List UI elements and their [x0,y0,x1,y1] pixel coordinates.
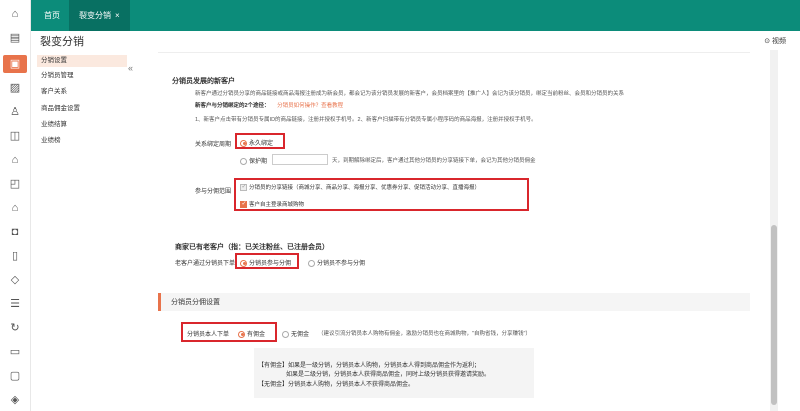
refresh-icon[interactable]: ↻ [9,322,21,334]
checkbox-checked-icon [240,200,247,209]
store-icon[interactable]: ▤ [9,32,21,44]
video-link[interactable]: ⊙ 视频 [764,36,786,46]
radio-checked-icon [240,139,247,147]
checkbox-disabled-icon [240,183,247,192]
tab-current-label: 裂变分销 [79,11,111,20]
tutorial-link[interactable]: 分销员如何操作？查看教程 [277,103,343,109]
info-line: 如果是二级分销，分销员本人获得商品佣金，同时上级分销员获得邀请奖励。 [286,372,491,378]
note-icon[interactable]: ▭ [9,346,21,358]
subnav-item-customers[interactable]: 客户关系 [37,86,127,98]
protect-days-input[interactable] [272,154,328,165]
new-customers-desc: 新客户通过分销员分享的商品链接或商品海报注册成为新会员，都会记为该分销员发展的新… [195,91,625,97]
section-new-customers-title: 分销员发展的新客户 [172,78,235,85]
bind-ways-title: 新客户与分销绑定的2个途径： [195,103,270,109]
home-icon[interactable]: ⌂ [9,8,21,20]
scope-self-option[interactable]: 客户自主登录商城购物 [240,200,305,209]
subnav-item-ranking[interactable]: 业绩榜 [37,135,127,147]
box-icon[interactable]: ◇ [9,274,21,286]
info-line: 【有佣金】如果是一级分销，分销员本人购物，分销员本人得到商品佣金作为返利； [258,363,481,369]
tab-home[interactable]: 首页 [34,0,70,31]
top-tab-bar: 首页 裂变分销 × [31,0,800,31]
period-protect-option[interactable]: 保护期 [240,156,267,165]
radio-icon [282,330,289,338]
scope-label: 参与分佣范围 [195,189,232,195]
radio-icon [240,157,247,165]
scope-share-option[interactable]: 分销员的分享链接（商城分享、商品分享、海报分享、优惠券分享、促销活动分享、直播海… [240,183,481,192]
subnav-item-commission[interactable]: 商品佣金设置 [37,103,127,115]
user-icon[interactable]: ♙ [9,106,21,118]
existing-yes-option[interactable]: 分销员参与分佣 [240,258,291,267]
page-title: 裂变分销 [40,36,84,48]
period-protect-hint: 天，到期解除绑定后，客户通过其他分销员的分享链接下单，会记为其他分销员佣金 [332,158,536,164]
list-icon[interactable]: ☰ [9,298,21,310]
section-existing-customers-title: 商家已有老客户（指：已关注粉丝、已注册会员） [175,244,329,251]
bag-icon[interactable]: ◰ [9,178,21,190]
tv-icon[interactable]: ▢ [9,370,21,382]
period-forever-option[interactable]: 永久绑定 [240,138,273,147]
self-yes-option[interactable]: 有佣金 [238,329,265,338]
self-yes-label: 有佣金 [247,332,266,338]
self-order-label: 分销员本人下单 [187,332,230,338]
document-icon[interactable]: ▣ [3,55,27,73]
self-no-option[interactable]: 无佣金 [282,329,309,338]
period-forever-label: 永久绑定 [249,141,274,147]
app-icon-sidebar: ⌂ ▤ ▣ ▨ ♙ ◫ ⌂ ◰ ⌂ ◘ ▯ ◇ ☰ ↻ ▭ ▢ ◈ [0,0,31,411]
tab-home-label: 首页 [44,11,60,20]
scope-share-label: 分销员的分享链接（商城分享、商品分享、海报分享、优惠券分享、促销活动分享、直播海… [249,185,481,191]
section-commission-title: 分销员分佣设置 [171,299,220,306]
bind-steps: 1、新客户点击带有分销员专属ID的商品链接，注册并授权手机号。2、新客户扫描带有… [195,117,537,123]
tab-current[interactable]: 裂变分销 × [69,0,130,31]
subnav-item-settings[interactable]: 分销设置 [37,55,127,67]
self-no-label: 无佣金 [291,332,310,338]
building-icon[interactable]: ⌂ [9,202,21,214]
close-icon[interactable]: × [115,11,120,20]
subnav-item-distributors[interactable]: 分销员管理 [37,70,127,82]
clipboard-icon[interactable]: ▯ [9,250,21,262]
period-label: 关系绑定周期 [195,142,232,148]
radio-icon [308,259,315,267]
divider [158,52,750,53]
scrollbar-thumb[interactable] [771,225,777,405]
subnav-item-settlement[interactable]: 业绩结算 [37,119,127,131]
info-line: 【无佣金】分销员本人购物，分销员本人不获得商品佣金。 [258,382,415,388]
sub-navigation: 分销设置 分销员管理 客户关系 商品佣金设置 业绩结算 业绩榜 [31,50,131,411]
tag-icon[interactable]: ◈ [9,394,21,406]
existing-yes-label: 分销员参与分佣 [249,261,292,267]
collapse-icon[interactable]: « [128,63,133,73]
lock-icon[interactable]: ◘ [9,226,21,238]
existing-customers-label: 老客户通过分销员下单 [175,261,236,267]
section-commission-header: 分销员分佣设置 [158,293,750,311]
scope-self-label: 客户自主登录商城购物 [249,202,305,208]
existing-no-label: 分销员不参与分佣 [317,261,366,267]
radio-checked-icon [238,330,245,338]
existing-no-option[interactable]: 分销员不参与分佣 [308,258,365,267]
image-icon[interactable]: ▨ [9,82,21,94]
scrollbar[interactable] [770,50,778,411]
self-no-hint: （建议引流分销员本人购物有佣金，激励分销员也在商城购物，"自购省钱，分享赚钱"） [318,331,531,337]
period-protect-label: 保护期 [249,159,268,165]
chart-icon[interactable]: ◫ [9,130,21,142]
commission-info-box: 【有佣金】如果是一级分销，分销员本人购物，分销员本人得到商品佣金作为返利； 如果… [254,348,534,398]
house-icon[interactable]: ⌂ [9,154,21,166]
radio-checked-icon [240,259,247,267]
